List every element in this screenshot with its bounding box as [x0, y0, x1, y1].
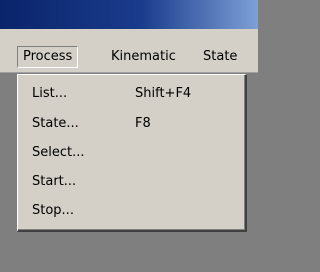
menu-item-list-shortcut: Shift+F4 [135, 86, 192, 101]
menu-item-state-shortcut: F8 [135, 116, 151, 131]
menu-state[interactable]: State [198, 46, 242, 68]
menu-bar: Process Kinematic State [0, 43, 258, 73]
menu-item-list-label: List... [32, 86, 68, 101]
menu-item-select-label: Select... [32, 145, 85, 160]
menu-item-list[interactable]: List... Shift+F4 [18, 82, 245, 106]
menu-kinematic[interactable]: Kinematic [106, 46, 181, 68]
process-dropdown-menu: List... Shift+F4 State... F8 Select... S… [17, 74, 247, 232]
menu-item-start-label: Start... [32, 174, 77, 189]
menu-kinematic-label: Kinematic [111, 49, 176, 64]
menu-item-state[interactable]: State... F8 [18, 112, 245, 136]
menu-item-select[interactable]: Select... [18, 141, 245, 165]
menu-item-start[interactable]: Start... [18, 170, 245, 194]
window-title-bar [0, 0, 258, 29]
menu-item-stop[interactable]: Stop... [18, 199, 245, 223]
menu-item-state-label: State... [32, 116, 79, 131]
menu-state-label: State [203, 49, 238, 64]
menu-process[interactable]: Process [17, 46, 79, 68]
menu-process-label: Process [23, 49, 73, 64]
toolbar-strip [0, 29, 258, 43]
menu-item-stop-label: Stop... [32, 203, 74, 218]
